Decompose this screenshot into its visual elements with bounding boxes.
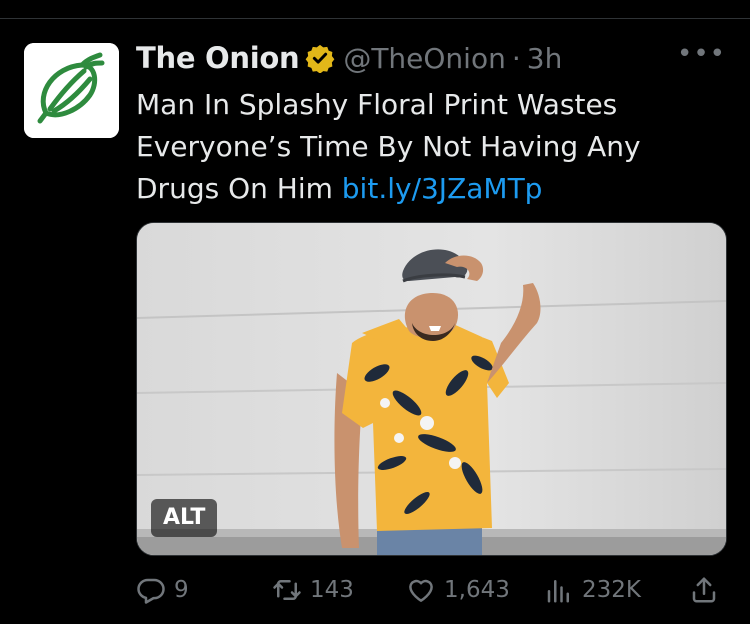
- tweet-text: Man In Splashy Floral Print Wastes Every…: [136, 84, 716, 210]
- tweet-link[interactable]: bit.ly/3JZaMTp: [342, 172, 543, 205]
- tweet-actions: 9 143 1,643 232K: [136, 570, 725, 610]
- heart-icon: [409, 579, 433, 602]
- more-options-icon[interactable]: •••: [677, 41, 726, 67]
- author-name[interactable]: The Onion: [136, 41, 300, 75]
- tweet-image[interactable]: ALT: [136, 222, 727, 556]
- views-count: 232K: [582, 577, 641, 603]
- author-handle[interactable]: @TheOnion: [343, 42, 506, 75]
- separator-dot: ·: [511, 41, 521, 75]
- tweet-header: The Onion @TheOnion · 3h: [136, 38, 562, 78]
- verified-badge-icon[interactable]: [305, 43, 335, 73]
- top-divider: [0, 18, 750, 19]
- retweet-button[interactable]: 143: [272, 570, 354, 610]
- onion-logo-icon: [24, 43, 119, 138]
- views-button[interactable]: 232K: [544, 570, 641, 610]
- reply-icon: [137, 578, 165, 604]
- photo-man-floral-shirt: [137, 223, 726, 555]
- reply-count: 9: [174, 577, 189, 603]
- tweet-timestamp[interactable]: 3h: [527, 42, 563, 75]
- share-icon: [692, 577, 716, 603]
- views-icon: [547, 580, 569, 603]
- reply-button[interactable]: 9: [136, 570, 189, 610]
- share-button[interactable]: [689, 570, 719, 610]
- like-button[interactable]: 1,643: [406, 570, 510, 610]
- like-count: 1,643: [444, 577, 510, 603]
- avatar[interactable]: [24, 43, 119, 138]
- retweet-count: 143: [310, 577, 354, 603]
- alt-badge[interactable]: ALT: [151, 499, 218, 537]
- retweet-icon: [273, 580, 301, 600]
